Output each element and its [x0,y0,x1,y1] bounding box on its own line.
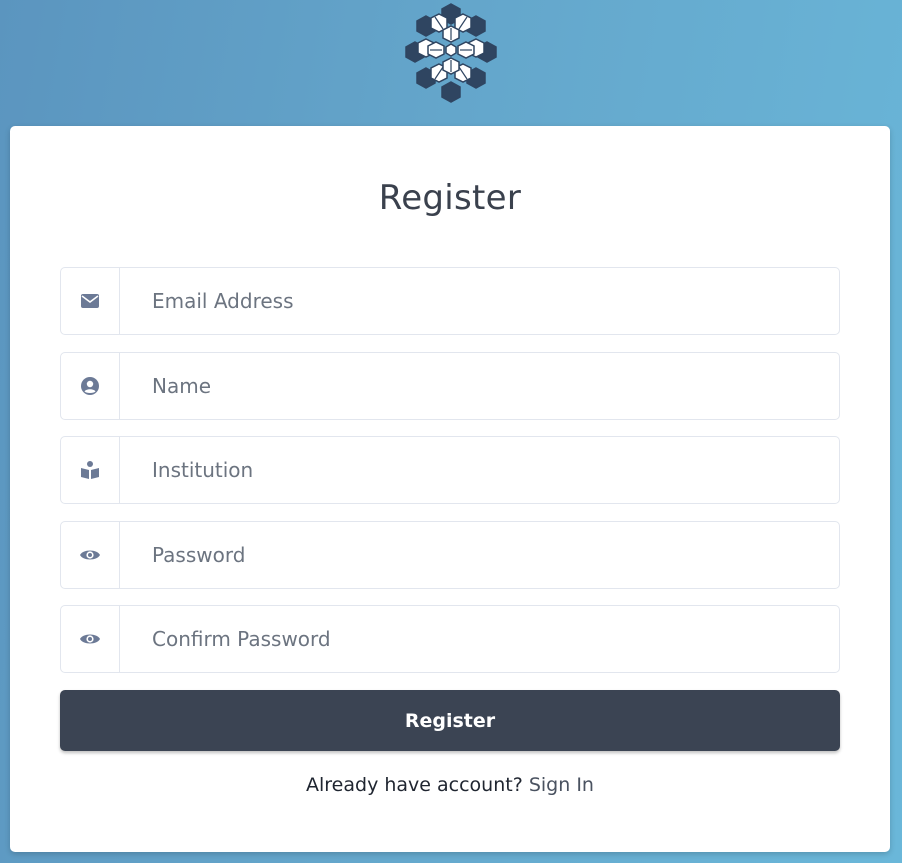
name-input[interactable] [120,353,839,419]
email-addon [61,268,120,334]
name-addon [61,353,120,419]
password-input[interactable] [120,522,839,588]
institution-addon [61,437,120,503]
register-button[interactable]: Register [60,690,840,751]
eye-icon[interactable] [79,631,101,647]
institution-input[interactable] [120,437,839,503]
confirm-password-addon[interactable] [61,606,120,672]
email-input[interactable] [120,268,839,334]
password-field-group [60,521,840,589]
user-circle-icon [81,377,99,395]
confirm-password-input[interactable] [120,606,839,672]
signin-row: Already have account? Sign In [10,774,890,796]
name-field-group [60,352,840,420]
register-card: Register Email Address Name Institution … [10,126,890,852]
logo [405,3,497,103]
email-field-group [60,267,840,335]
page-title: Register [378,178,522,218]
eye-icon[interactable] [79,547,101,563]
signin-prompt: Already have account? [306,774,529,796]
signin-link[interactable]: Sign In [529,774,594,796]
envelope-icon [81,294,99,308]
password-addon[interactable] [61,522,120,588]
institution-field-group [60,436,840,504]
book-reader-icon [81,461,99,479]
confirm-password-field-group [60,605,840,673]
